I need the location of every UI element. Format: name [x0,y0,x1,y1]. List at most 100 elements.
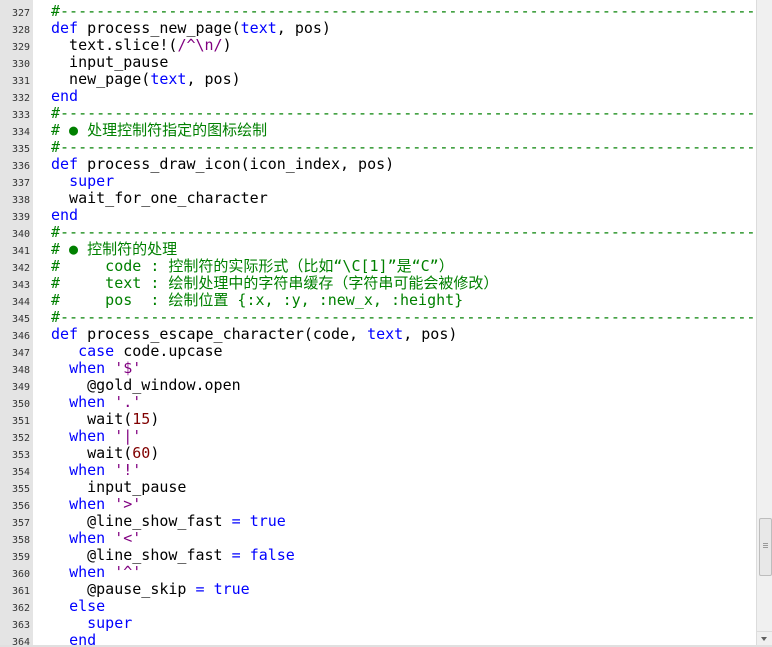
code-line[interactable]: 347 case code.upcase [0,343,757,360]
code-line[interactable]: 339 end [0,207,757,224]
code-line[interactable]: 351 wait(15) [0,411,757,428]
code-line[interactable]: 360 when '^' [0,564,757,581]
code-text[interactable]: # ● 处理控制符指定的图标绘制 [51,122,267,139]
code-token: 60 [132,444,151,462]
code-line[interactable]: 349 @gold_window.open [0,377,757,394]
code-text[interactable]: wait(15) [51,411,159,428]
code-line[interactable]: 353 wait(60) [0,445,757,462]
code-line[interactable]: 333 #------------------------------------… [0,105,757,122]
code-text[interactable]: when '^' [51,564,141,581]
code-line[interactable]: 358 when '<' [0,530,757,547]
code-text[interactable]: #---------------------------------------… [51,3,755,20]
code-line[interactable]: 332 end [0,88,757,105]
code-text[interactable]: #---------------------------------------… [51,309,755,326]
code-line[interactable]: 343 # text : 绘制处理中的字符串缓存（字符串可能会被修改） [0,275,757,292]
code-line[interactable]: 338 wait_for_one_character [0,190,757,207]
code-text[interactable]: new_page(text, pos) [51,71,241,88]
code-token: '|' [114,427,142,445]
code-token: @line_show_fast [51,512,232,530]
code-line[interactable]: 344 # pos : 绘制位置 {:x, :y, :new_x, :height… [0,292,757,309]
code-text[interactable]: def process_new_page(text, pos) [51,20,331,37]
code-token: text [150,70,187,88]
code-text[interactable]: case code.upcase [51,343,223,360]
code-line[interactable]: 341 # ● 控制符的处理 [0,241,757,258]
code-line[interactable]: 348 when '$' [0,360,757,377]
code-line[interactable]: 328 def process_new_page(text, pos) [0,20,757,37]
code-line[interactable]: 355 input_pause [0,479,757,496]
code-line[interactable]: 350 when '.' [0,394,757,411]
code-line[interactable]: 357 @line_show_fast = true [0,513,757,530]
code-text[interactable]: input_pause [51,54,168,71]
code-text[interactable]: # ● 控制符的处理 [51,241,177,258]
code-line[interactable]: 356 when '>' [0,496,757,513]
code-token: #---------------------------------------… [51,308,756,326]
code-line[interactable]: 329 text.slice!(/^\n/) [0,37,757,54]
code-line[interactable]: 327 #------------------------------------… [0,3,757,20]
code-line[interactable]: 337 super [0,173,757,190]
code-token: '<' [114,529,142,547]
code-line[interactable]: 331 new_page(text, pos) [0,71,757,88]
code-text[interactable]: #---------------------------------------… [51,224,755,241]
code-text[interactable]: wait(60) [51,445,159,462]
code-text[interactable]: when '.' [51,394,141,411]
code-line[interactable]: 342 # code : 控制符的实际形式（比如“\C[1]”是“C”） [0,258,757,275]
code-line[interactable]: 340 #------------------------------------… [0,224,757,241]
code-text[interactable]: #---------------------------------------… [51,139,755,156]
code-text[interactable]: end [51,207,78,224]
code-text[interactable]: @gold_window.open [51,377,241,394]
code-text[interactable]: @line_show_fast = false [51,547,295,564]
code-token: case [78,342,115,360]
code-line[interactable]: 361 @pause_skip = true [0,581,757,598]
code-text[interactable]: super [51,615,132,632]
code-line[interactable]: 330 input_pause [0,54,757,71]
code-line[interactable]: 335 #------------------------------------… [0,139,757,156]
code-line[interactable]: 354 when '!' [0,462,757,479]
code-line[interactable]: 359 @line_show_fast = false [0,547,757,564]
code-text[interactable]: when '<' [51,530,141,547]
code-text[interactable]: def process_draw_icon(icon_index, pos) [51,156,394,173]
code-token: ) [222,36,232,54]
code-token: ) [150,410,160,428]
code-text[interactable]: text.slice!(/^\n/) [51,37,232,54]
code-line[interactable]: 345 #------------------------------------… [0,309,757,326]
code-text[interactable]: # text : 绘制处理中的字符串缓存（字符串可能会被修改） [51,275,498,292]
code-text[interactable]: when '|' [51,428,141,445]
code-text[interactable]: # pos : 绘制位置 {:x, :y, :new_x, :height} [51,292,463,309]
code-editor[interactable]: 327 #------------------------------------… [0,0,772,647]
scrollbar-thumb[interactable] [759,518,772,576]
code-text[interactable]: def process_escape_character(code, text,… [51,326,457,343]
code-token: when [69,359,106,377]
code-line[interactable]: 336 def process_draw_icon(icon_index, pos… [0,156,757,173]
code-line[interactable]: 346 def process_escape_character(code, te… [0,326,757,343]
vertical-scrollbar[interactable] [756,0,772,647]
code-line[interactable]: 352 when '|' [0,428,757,445]
code-token: # ● 处理控制符指定的图标绘制 [51,121,268,139]
code-text[interactable]: super [51,173,114,190]
code-text[interactable]: end [51,88,78,105]
code-line[interactable]: 362 else [0,598,757,615]
code-text[interactable]: when '>' [51,496,141,513]
code-line[interactable]: 363 super [0,615,757,632]
code-text[interactable]: @line_show_fast = true [51,513,286,530]
code-text[interactable]: @pause_skip = true [51,581,250,598]
code-text[interactable]: wait_for_one_character [51,190,268,207]
code-text[interactable]: when '!' [51,462,141,479]
code-text[interactable]: when '$' [51,360,141,377]
code-text[interactable]: # code : 控制符的实际形式（比如“\C[1]”是“C”） [51,258,454,275]
code-token: # code : 控制符的实际形式（比如“\C[1]”是“C”） [51,257,454,275]
code-text[interactable]: input_pause [51,479,186,496]
code-text[interactable]: #---------------------------------------… [51,105,755,122]
code-token: '^' [114,563,142,581]
code-text[interactable]: else [51,598,105,615]
code-token: '>' [114,495,142,513]
code-line[interactable]: 334 # ● 处理控制符指定的图标绘制 [0,122,757,139]
code-token: , pos) [403,325,458,343]
